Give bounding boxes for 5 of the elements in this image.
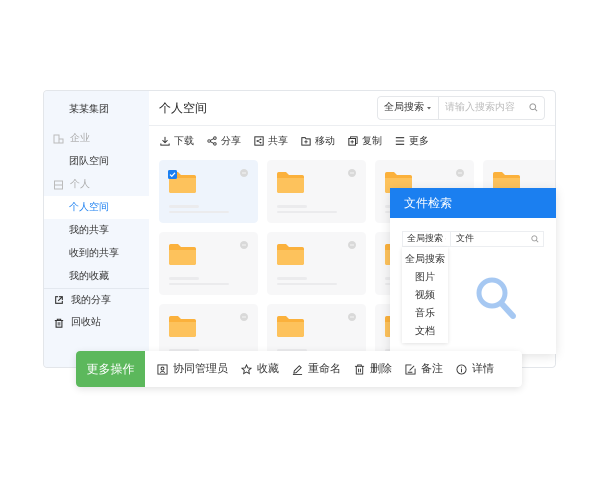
page-title: 个人空间 [159, 100, 207, 117]
group-label: 个人 [70, 178, 90, 192]
dialog-title-bar: 文件检索 [390, 188, 556, 218]
sidebar-title: 某某集团 [68, 102, 110, 116]
group-label: 企业 [70, 132, 90, 146]
